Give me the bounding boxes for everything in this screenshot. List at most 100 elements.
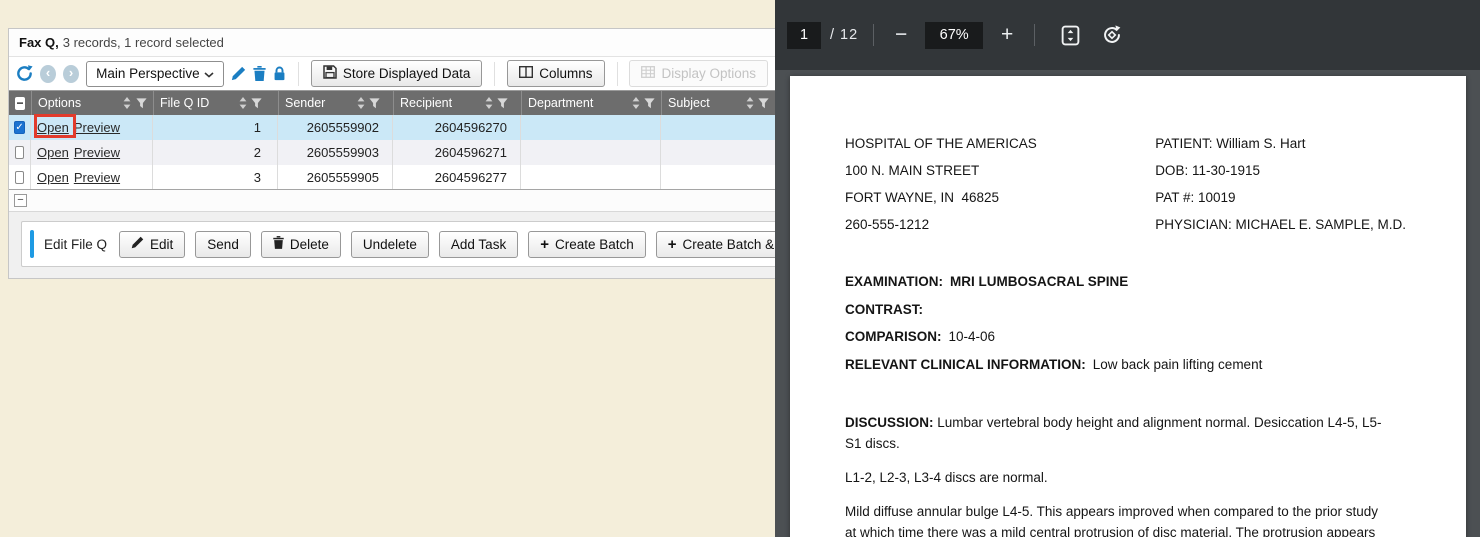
open-link[interactable]: Open [37,145,69,160]
table-row[interactable]: ✓ Open Preview 3 2605559905 2604596277 [9,165,775,190]
table-row[interactable]: ✓ Open Preview 1 2605559902 2604596270 [9,115,775,140]
panel-header: Fax Q, 3 records, 1 record selected [9,29,775,57]
perspective-value: Main Perspective [96,66,200,81]
display-options-label: Display Options [661,66,756,81]
column-label: Options [38,96,118,110]
filter-icon[interactable] [136,98,147,109]
select-all-checkbox[interactable]: − [9,91,31,115]
store-displayed-data-button[interactable]: Store Displayed Data [311,60,483,87]
sender-cell: 2605559905 [278,165,393,189]
fax-queue-panel: Fax Q, 3 records, 1 record selected ‹ › … [8,28,775,279]
refresh-icon[interactable] [16,65,33,82]
page-number-input[interactable]: 1 [787,22,821,49]
column-header-recipient[interactable]: Recipient [393,91,521,115]
add-task-button[interactable]: Add Task [439,231,518,258]
forward-icon[interactable]: › [63,65,79,83]
field-label: RELEVANT CLINICAL INFORMATION: [845,357,1086,372]
sort-icon[interactable] [485,97,493,109]
field-value: 10-4-06 [949,329,996,344]
patient-line: PHYSICIAN: MICHAEL E. SAMPLE, M.D. [1155,211,1406,238]
facility-block: HOSPITAL OF THE AMERICAS 100 N. MAIN STR… [845,130,1155,238]
patient-block: PATIENT: William S. Hart DOB: 11-30-1915… [1155,130,1406,238]
collapse-icon[interactable]: − [14,194,27,207]
filter-icon[interactable] [369,98,380,109]
document-header: HOSPITAL OF THE AMERICAS 100 N. MAIN STR… [845,130,1406,238]
checkbox-cell: ✓ [9,140,31,165]
row-checkbox[interactable]: ✓ [15,146,24,159]
record-summary: 3 records, 1 record selected [63,35,224,50]
sort-icon[interactable] [357,97,365,109]
sort-icon[interactable] [239,97,247,109]
fit-page-icon[interactable] [1060,25,1081,46]
zoom-out-icon[interactable]: − [889,23,913,47]
department-cell [521,165,661,189]
row-checkbox[interactable]: ✓ [14,121,24,134]
column-label: File Q ID [160,96,235,110]
pdf-page: HOSPITAL OF THE AMERICAS 100 N. MAIN STR… [790,76,1466,537]
preview-link[interactable]: Preview [74,145,120,160]
back-chevron: ‹ [46,66,50,79]
sort-icon[interactable] [746,97,754,109]
examination-line: EXAMINATION:MRI LUMBOSACRAL SPINE [845,268,1406,296]
section-label: Edit File Q [44,237,107,252]
store-label: Store Displayed Data [343,66,471,81]
preview-link[interactable]: Preview [74,120,120,135]
row-checkbox[interactable]: ✓ [15,171,24,184]
preview-link[interactable]: Preview [74,170,120,185]
column-header-department[interactable]: Department [521,91,661,115]
zoom-level[interactable]: 67% [925,22,983,49]
discussion-paragraph: Mild diffuse annular bulge L4-5. This ap… [845,501,1385,537]
column-label: Subject [668,96,742,110]
field-label: DISCUSSION: [845,415,934,430]
actions-strip: Edit File Q Edit Send Delete Undelete Ad… [9,212,775,278]
file-q-id-cell: 2 [153,140,278,165]
options-cell: Open Preview [31,165,153,189]
edit-button[interactable]: Edit [119,231,185,258]
table-header-row: − Options File Q ID Sender [9,91,775,115]
patient-line: DOB: 11-30-1915 [1155,157,1406,184]
patient-line: PATIENT: William S. Hart [1155,130,1406,157]
column-header-file-q-id[interactable]: File Q ID [153,91,278,115]
sort-icon[interactable] [123,97,131,109]
fax-queue-pane: Fax Q, 3 records, 1 record selected ‹ › … [0,0,775,537]
column-label: Sender [285,96,353,110]
columns-button[interactable]: Columns [507,60,604,87]
filter-icon[interactable] [251,98,262,109]
plus-icon: + [668,237,677,252]
perspective-select[interactable]: Main Perspective [86,61,224,87]
column-header-options[interactable]: Options [31,91,153,115]
facility-line: HOSPITAL OF THE AMERICAS [845,130,1155,157]
pencil-icon[interactable] [231,66,246,81]
column-header-sender[interactable]: Sender [278,91,393,115]
table-row[interactable]: ✓ Open Preview 2 2605559903 2604596271 [9,140,775,165]
zoom-in-icon[interactable]: + [995,23,1019,47]
discussion-paragraph: L1-2, L2-3, L3-4 discs are normal. [845,467,1385,488]
column-header-subject[interactable]: Subject [661,91,775,115]
panel-title: Fax Q, [19,35,59,50]
discussion-section: DISCUSSION: Lumbar vertebral body height… [845,412,1385,537]
chevron-down-icon [204,66,214,81]
delete-label: Delete [290,237,329,252]
contrast-line: CONTRAST: [845,296,1406,324]
filter-icon[interactable] [497,98,508,109]
sender-cell: 2605559902 [278,115,393,140]
filter-icon[interactable] [758,98,769,109]
columns-icon [519,66,533,81]
sort-icon[interactable] [632,97,640,109]
minus-mark: − [17,196,23,205]
rotate-icon[interactable] [1101,24,1123,46]
trash-icon [273,236,284,252]
undelete-button[interactable]: Undelete [351,231,429,258]
lock-icon[interactable] [273,66,286,81]
create-batch-button[interactable]: + Create Batch [528,231,646,258]
send-label: Send [207,237,239,252]
filter-icon[interactable] [644,98,655,109]
trash-icon[interactable] [253,66,266,81]
open-link[interactable]: Open [37,170,69,185]
open-link[interactable]: Open [37,120,69,135]
records-table: − Options File Q ID Sender [9,90,775,190]
delete-button[interactable]: Delete [261,231,341,258]
back-icon[interactable]: ‹ [40,65,56,83]
send-button[interactable]: Send [195,231,251,258]
save-icon [323,65,337,82]
